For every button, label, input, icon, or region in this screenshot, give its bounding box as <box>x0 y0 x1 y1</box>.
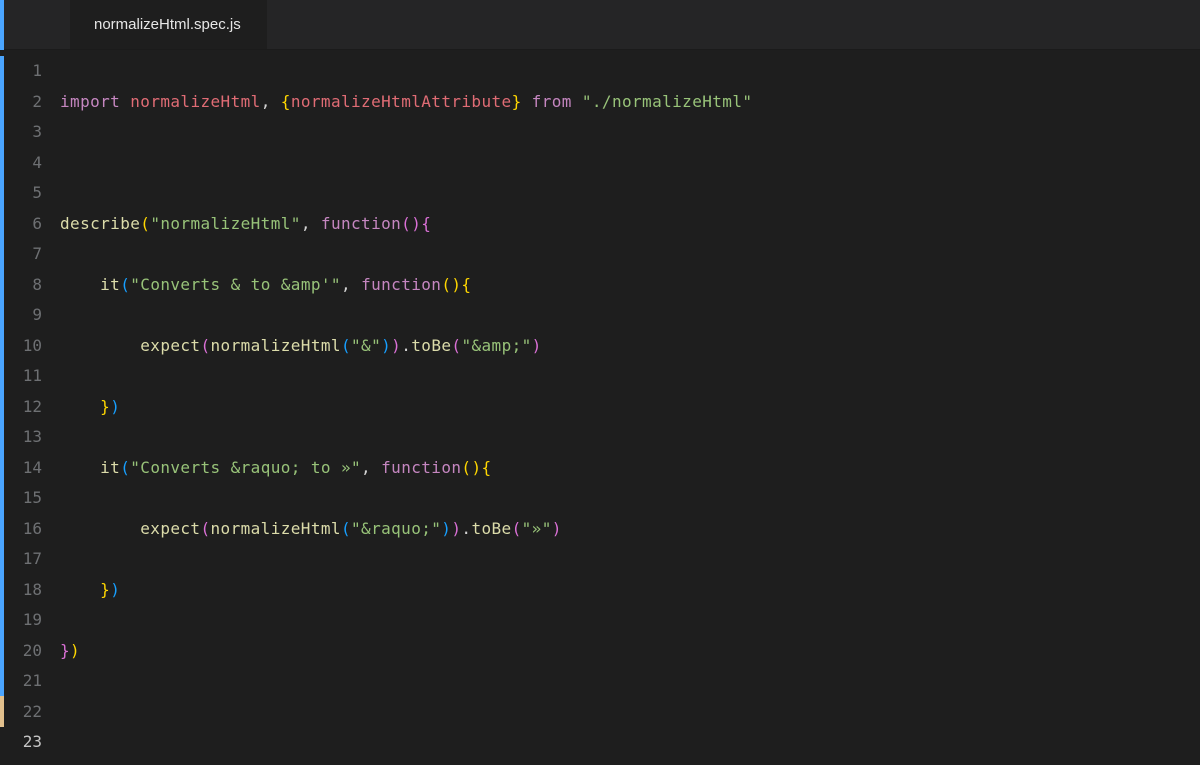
minimap[interactable] <box>1166 50 1186 765</box>
code-area[interactable]: import normalizeHtml, {normalizeHtmlAttr… <box>60 50 1166 765</box>
line-number-gutter: 1 2 3 4 5 6 7 8 9 10 11 12 13 14 15 16 1… <box>0 50 60 765</box>
editor-window: normalizeHtml.spec.js 1 2 3 4 5 6 7 8 9 … <box>0 0 1200 765</box>
code-line[interactable]: describe("normalizeHtml", function(){ <box>60 209 1166 240</box>
editor-body: 1 2 3 4 5 6 7 8 9 10 11 12 13 14 15 16 1… <box>0 50 1200 765</box>
modification-bar-changed <box>0 696 4 727</box>
file-tab[interactable]: normalizeHtml.spec.js <box>70 0 268 49</box>
code-line[interactable]: describe("normalizeHtmlAttribute", funct… <box>60 758 1166 765</box>
code-line[interactable] <box>60 697 1166 728</box>
code-line[interactable]: }) <box>60 575 1166 606</box>
code-line[interactable]: }) <box>60 392 1166 423</box>
code-line[interactable]: expect(normalizeHtml("&")).toBe("&amp;") <box>60 331 1166 362</box>
tab-active-indicator <box>0 0 4 50</box>
code-line[interactable]: it("Converts &raquo; to »", function(){ <box>60 453 1166 484</box>
code-line[interactable]: expect(normalizeHtml("&raquo;")).toBe("»… <box>60 514 1166 545</box>
code-line[interactable]: import normalizeHtml, {normalizeHtmlAttr… <box>60 87 1166 118</box>
code-line[interactable]: }) <box>60 636 1166 667</box>
tab-bar: normalizeHtml.spec.js <box>0 0 1200 50</box>
modification-bar <box>0 56 4 696</box>
tab-title: normalizeHtml.spec.js <box>94 16 241 33</box>
vertical-scrollbar[interactable] <box>1186 50 1200 765</box>
code-line[interactable]: it("Converts & to &amp'", function(){ <box>60 270 1166 301</box>
code-line[interactable] <box>60 148 1166 179</box>
